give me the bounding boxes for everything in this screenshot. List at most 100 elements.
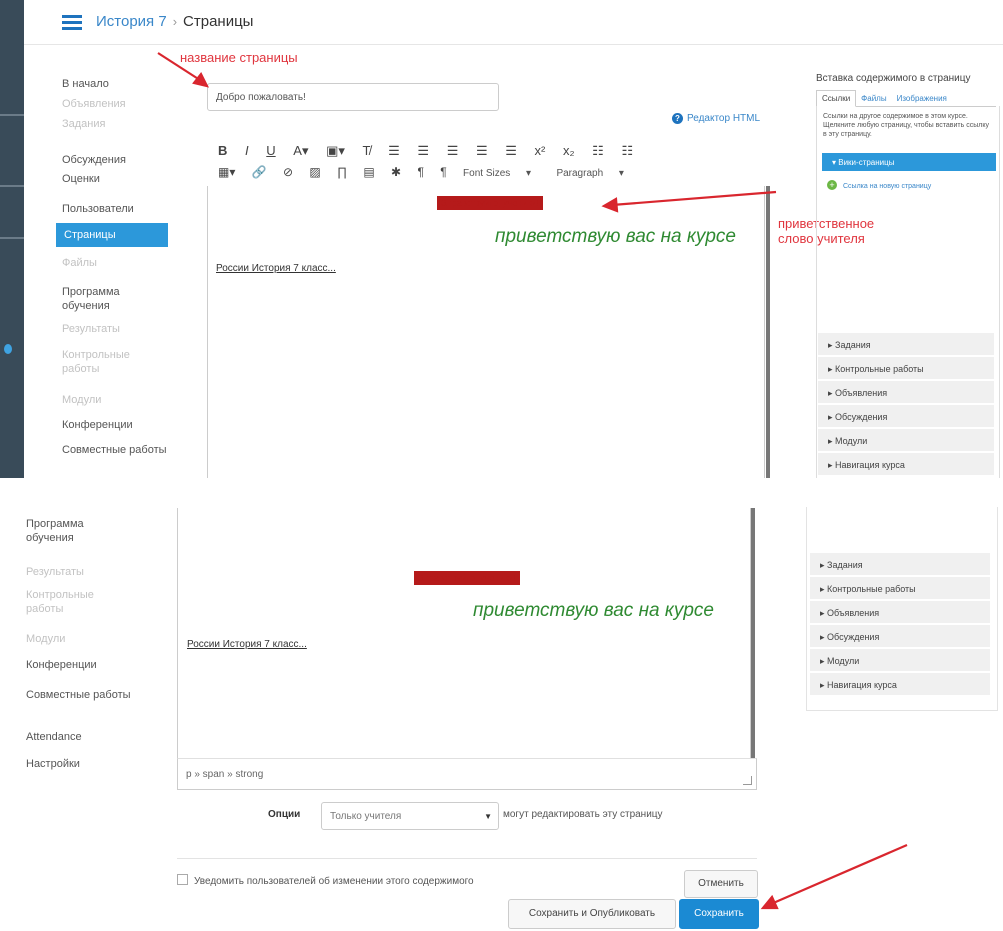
sidebar-item[interactable]: Программа обучения (62, 285, 167, 313)
cancel-button[interactable]: Отменить (684, 870, 758, 898)
tab-links[interactable]: Ссылки (816, 90, 857, 107)
ltr-icon[interactable]: ¶ (417, 165, 423, 179)
editor-scrollbar[interactable] (751, 508, 755, 758)
subscript-icon[interactable]: x₂ (563, 143, 575, 158)
notify-checkbox[interactable] (177, 874, 188, 885)
align-center-icon[interactable]: ☰ (417, 143, 429, 159)
indent-icon[interactable]: ☰ (505, 143, 517, 159)
accordion-section[interactable]: ▸ Объявления (818, 381, 994, 404)
sidebar-item[interactable]: Оценки (62, 172, 167, 186)
sidebar-item[interactable]: Конференции (26, 658, 131, 672)
equation-icon[interactable]: ∏ (337, 165, 347, 179)
save-and-publish-button[interactable]: Сохранить и Опубликовать (508, 899, 676, 929)
sidebar-item[interactable]: Attendance (26, 730, 131, 744)
wiki-pages-section[interactable]: ▾ Вики-страницы (822, 153, 996, 171)
sidebar-item[interactable]: Результаты (62, 322, 167, 336)
sidebar-item[interactable]: Пользователи (62, 202, 167, 216)
accordion-section[interactable]: ▸ Задания (818, 333, 994, 356)
accordion-section[interactable]: ▸ Обсуждения (810, 625, 990, 648)
numbered-list-icon[interactable]: ☷ (621, 143, 633, 159)
accordion-section[interactable]: ▸ Задания (810, 553, 990, 576)
bold-icon[interactable]: B (218, 143, 227, 158)
sidebar-item[interactable]: В начало (62, 77, 167, 91)
accordion-section-label: Объявления (827, 607, 880, 618)
editor-scrollbar[interactable] (766, 186, 770, 478)
breadcrumb-course-link[interactable]: История 7 (96, 13, 167, 30)
link-icon[interactable]: 🔗 (252, 165, 267, 179)
accordion-section[interactable]: ▸ Модули (818, 429, 994, 452)
tab-images[interactable]: Изображения (892, 91, 952, 106)
resize-handle-icon[interactable] (743, 776, 752, 785)
html-editor-link[interactable]: Редактор HTML (687, 113, 760, 124)
unlink-icon[interactable]: ⊘ (283, 165, 293, 179)
sidebar-item[interactable]: Программа обучения (26, 517, 131, 545)
accordion-section-label: Объявления (835, 387, 888, 398)
paragraph-select[interactable]: Paragraph ▾ (556, 168, 624, 179)
font-sizes-select[interactable]: Font Sizes ▾ (463, 168, 531, 179)
page-title-input[interactable]: Добро пожаловать! (207, 83, 499, 111)
accordion-section-label: Контрольные работы (835, 363, 924, 374)
sidebar-item[interactable]: Настройки (26, 757, 131, 771)
editor-path-bar: p » span » strong (177, 758, 757, 790)
chevron-right-icon: ▸ (828, 411, 836, 422)
align-justify-icon[interactable]: ☰ (476, 143, 488, 159)
accordion-section[interactable]: ▸ Навигация курса (810, 673, 990, 696)
new-page-link[interactable]: + Ссылка на новую страницу (827, 180, 931, 190)
accordion-section[interactable]: ▸ Объявления (810, 601, 990, 624)
hamburger-menu-icon[interactable] (62, 15, 82, 30)
sidebar-item[interactable]: Файлы (62, 256, 167, 270)
media-icon[interactable]: ▤ (363, 165, 374, 179)
image-icon[interactable]: ▨ (309, 165, 320, 179)
html-editor-toggle[interactable]: ? Редактор HTML (672, 113, 760, 124)
background-color-icon[interactable]: ▣▾ (326, 143, 345, 159)
sidebar-item[interactable]: Результаты (26, 565, 131, 579)
rich-text-editor-bottom[interactable] (177, 508, 755, 759)
text-color-icon[interactable]: A▾ (293, 143, 308, 159)
align-right-icon[interactable]: ☰ (447, 143, 459, 159)
bullet-list-icon[interactable]: ☷ (592, 143, 604, 159)
red-highlighted-text: Здравствуйте, ученики! (437, 196, 543, 210)
accordion-section[interactable]: ▸ Обсуждения (818, 405, 994, 428)
sidebar-item[interactable]: Совместные работы (62, 443, 167, 457)
underline-icon[interactable]: U (266, 143, 275, 158)
accordion-section[interactable]: ▸ Контрольные работы (818, 357, 994, 380)
accordion-section-label: Контрольные работы (827, 583, 916, 594)
sidebar-item[interactable]: Задания (62, 117, 167, 131)
sidebar-item[interactable]: Контрольные работы (26, 588, 131, 616)
arrowhead (760, 894, 779, 910)
greeting-text: приветствую вас на курсе (495, 226, 736, 247)
tab-files[interactable]: Файлы (856, 91, 891, 106)
special-char-icon[interactable]: ✱ (391, 165, 401, 179)
table-icon[interactable]: ▦▾ (218, 165, 235, 179)
insert-content-tabs: Ссылки Файлы Изображения (816, 90, 996, 107)
sidebar-item[interactable]: Обсуждения (62, 153, 167, 167)
app-sidebar-strip (0, 0, 24, 478)
save-button[interactable]: Сохранить (679, 899, 759, 929)
align-left-icon[interactable]: ☰ (388, 143, 400, 159)
italic-icon[interactable]: I (245, 143, 249, 158)
sidebar-item[interactable]: Модули (26, 632, 131, 646)
sidebar-item[interactable]: Объявления (62, 97, 167, 111)
superscript-icon[interactable]: x² (535, 143, 546, 158)
sidebar-item[interactable]: Контрольные работы (62, 348, 167, 376)
notify-users-option[interactable]: Уведомить пользователей об изменении это… (177, 874, 474, 887)
strip-divider (0, 237, 24, 239)
accordion-section[interactable]: ▸ Модули (810, 649, 990, 672)
sidebar-item[interactable]: Совместные работы (26, 688, 131, 702)
edit-permission-select[interactable]: Только учителя ▼ (321, 802, 499, 830)
accordion-section-label: Задания (827, 559, 863, 570)
chevron-right-icon: ▸ (820, 631, 828, 642)
notification-icon[interactable] (4, 344, 12, 354)
new-page-label: Ссылка на новую страницу (843, 183, 932, 190)
sidebar-item[interactable]: Модули (62, 393, 167, 407)
sidebar-item[interactable]: Конференции (62, 418, 167, 432)
accordion-section[interactable]: ▸ Навигация курса (818, 453, 994, 476)
sidebar-item[interactable]: Страницы (56, 223, 168, 247)
clear-format-icon[interactable]: T̸ (363, 143, 371, 158)
breadcrumb: История 7 › Страницы (96, 13, 253, 30)
rtl-icon[interactable]: ¶ (440, 165, 446, 179)
chevron-right-icon: ▸ (828, 363, 836, 374)
course-link[interactable]: России История 7 класс... (187, 639, 307, 650)
accordion-section[interactable]: ▸ Контрольные работы (810, 577, 990, 600)
course-link[interactable]: России История 7 класс... (216, 263, 336, 274)
